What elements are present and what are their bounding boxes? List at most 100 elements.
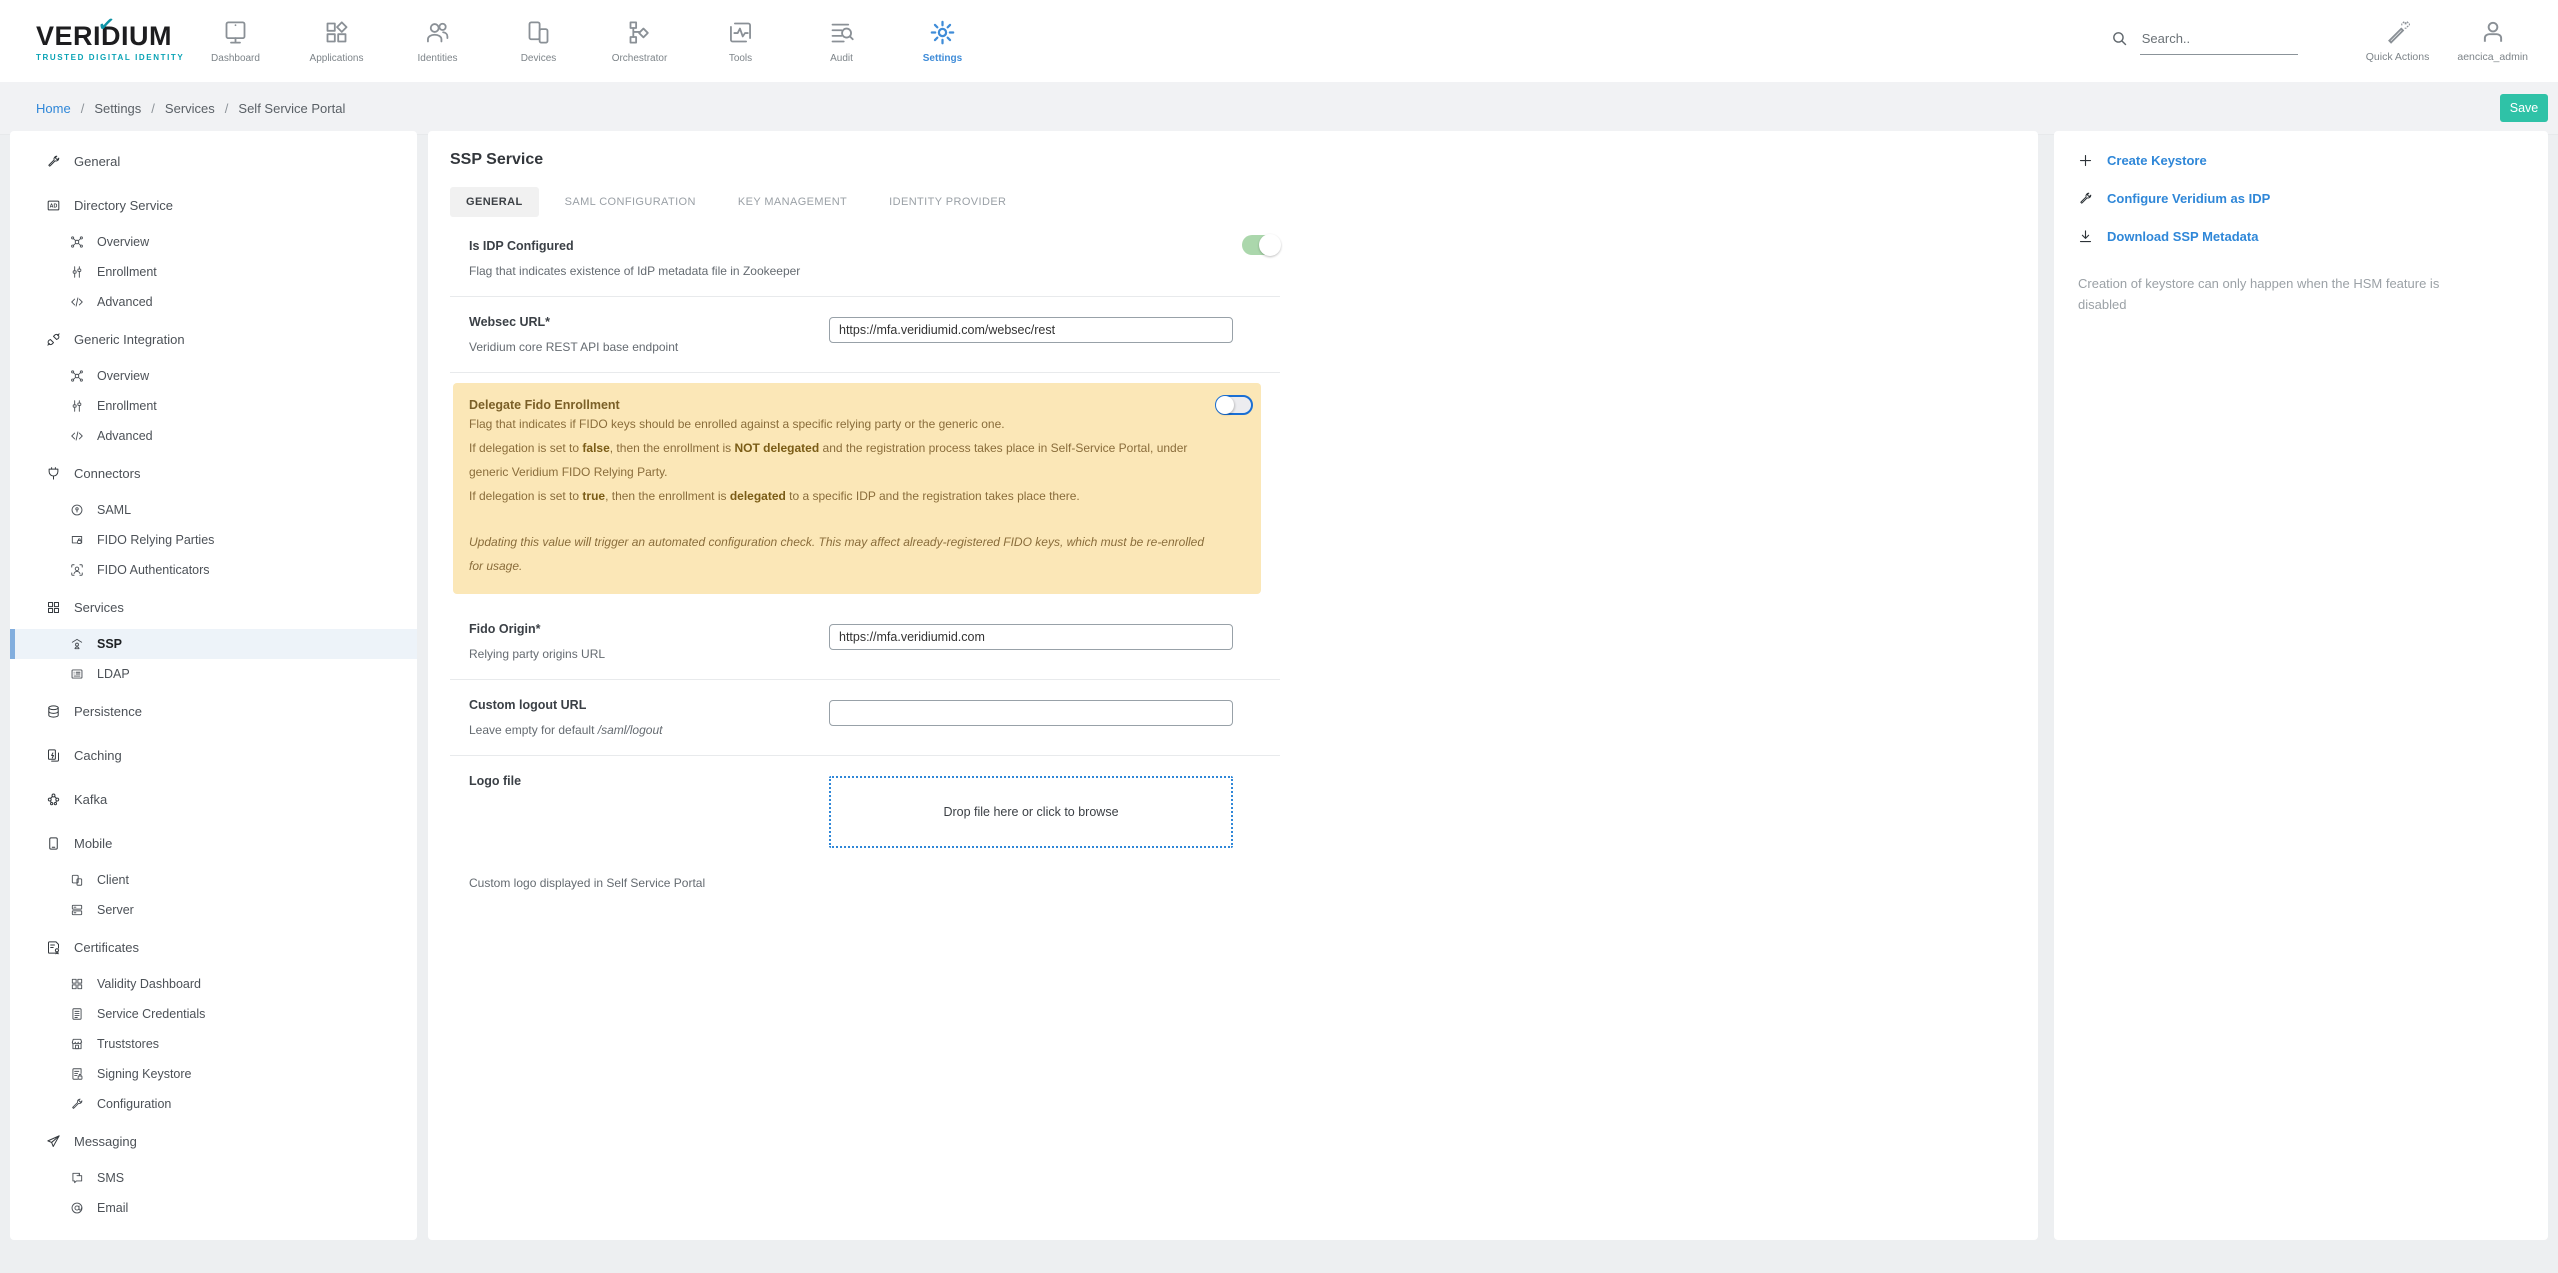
logo-dropzone[interactable]: Drop file here or click to browse	[829, 776, 1233, 848]
quick-actions-button[interactable]: Quick Actions	[2366, 19, 2430, 63]
sidebar-item-generic-integration[interactable]: Generic Integration	[10, 317, 417, 361]
sidebar-item-general[interactable]: General	[10, 139, 417, 183]
logo-file-desc: Custom logo displayed in Self Service Po…	[450, 864, 1280, 890]
sidebar-item-enrollment[interactable]: Enrollment	[10, 257, 417, 287]
action-link-label: Configure Veridium as IDP	[2107, 191, 2270, 206]
sidebar-item-label: General	[74, 154, 120, 169]
sidebar-item-email[interactable]: Email	[10, 1193, 417, 1223]
user-menu[interactable]: aencica_admin	[2457, 19, 2528, 63]
logo-file-label: Logo file	[469, 774, 809, 788]
delegate-fido-note: Updating this value will trigger an auto…	[469, 530, 1221, 578]
tab-saml-configuration[interactable]: SAML CONFIGURATION	[549, 187, 712, 217]
fido-origin-input[interactable]	[829, 624, 1233, 650]
sidebar-item-label: Email	[97, 1201, 128, 1215]
sidebar-item-services[interactable]: Services	[10, 585, 417, 629]
nav-item-devices[interactable]: Devices	[488, 19, 589, 64]
quick-actions-label: Quick Actions	[2366, 51, 2430, 63]
download-ssp-metadata-link[interactable]: Download SSP Metadata	[2078, 229, 2524, 244]
phone-icon	[46, 836, 61, 851]
sidebar-item-enrollment[interactable]: Enrollment	[10, 391, 417, 421]
sidebar-item-label: Enrollment	[97, 265, 157, 279]
code-icon	[70, 295, 84, 309]
lock-circle-icon	[70, 503, 84, 517]
create-keystore-link[interactable]: Create Keystore	[2078, 153, 2524, 168]
settings-sidebar: General AD Directory Service Overview Enr…	[10, 131, 417, 1240]
sidebar-item-kafka[interactable]: Kafka	[10, 777, 417, 821]
actions-panel: Create Keystore Configure Veridium as ID…	[2054, 131, 2548, 1240]
sidebar-item-overview[interactable]: Overview	[10, 227, 417, 257]
topbar-right: Quick Actions aencica_admin	[2111, 19, 2558, 63]
store-icon	[70, 1037, 84, 1051]
search-box	[2111, 27, 2298, 55]
save-button[interactable]: Save	[2500, 94, 2548, 122]
sliders-icon	[70, 265, 84, 279]
breadcrumb-item-home[interactable]: Home	[36, 101, 71, 116]
fido-origin-text: Fido Origin* Relying party origins URL	[469, 622, 829, 663]
breadcrumb-item-services: Services	[165, 101, 215, 116]
idp-configured-toggle[interactable]	[1242, 235, 1280, 255]
sidebar-item-validity-dashboard[interactable]: Validity Dashboard	[10, 969, 417, 999]
sidebar-item-label: Messaging	[74, 1134, 137, 1149]
sidebar-item-persistence[interactable]: Persistence	[10, 689, 417, 733]
sidebar-item-signing-keystore[interactable]: Signing Keystore	[10, 1059, 417, 1089]
nav-item-tools[interactable]: Tools	[690, 19, 791, 64]
sidebar-item-fido-authenticators[interactable]: FIDO Authenticators	[10, 555, 417, 585]
toggle-knob	[1216, 396, 1234, 414]
custom-logout-label: Custom logout URL	[469, 698, 809, 712]
sidebar-item-label: Configuration	[97, 1097, 171, 1111]
nav-item-audit[interactable]: Audit	[791, 19, 892, 64]
nav-item-orchestrator[interactable]: Orchestrator	[589, 19, 690, 64]
websec-url-row: Websec URL* Veridium core REST API base …	[450, 297, 1280, 373]
sidebar-item-fido-relying-parties[interactable]: FIDO Relying Parties	[10, 525, 417, 555]
tab-general[interactable]: GENERAL	[450, 187, 539, 217]
sidebar-item-label: Kafka	[74, 792, 107, 807]
fido-origin-desc: Relying party origins URL	[469, 645, 809, 663]
sidebar-item-messaging[interactable]: Messaging	[10, 1119, 417, 1163]
nav-label: Settings	[923, 53, 962, 64]
sidebar-item-truststores[interactable]: Truststores	[10, 1029, 417, 1059]
nav-item-settings[interactable]: Settings	[892, 19, 993, 64]
sidebar-item-advanced[interactable]: Advanced	[10, 287, 417, 317]
nav-item-applications[interactable]: Applications	[286, 19, 387, 64]
nav-item-identities[interactable]: Identities	[387, 19, 488, 64]
search-input[interactable]	[2140, 27, 2298, 55]
paper-plane-icon	[46, 1134, 61, 1149]
custom-logout-text: Custom logout URL Leave empty for defaul…	[469, 698, 829, 739]
sidebar-item-mobile[interactable]: Mobile	[10, 821, 417, 865]
websec-url-label: Websec URL*	[469, 315, 809, 329]
sidebar-item-sms[interactable]: SMS	[10, 1163, 417, 1193]
tab-key-management[interactable]: KEY MANAGEMENT	[722, 187, 863, 217]
delegate-fido-toggle[interactable]	[1215, 395, 1253, 415]
sidebar-item-service-credentials[interactable]: Service Credentials	[10, 999, 417, 1029]
custom-logout-input[interactable]	[829, 700, 1233, 726]
sidebar-item-client[interactable]: Client	[10, 865, 417, 895]
dropzone-text: Drop file here or click to browse	[943, 805, 1118, 819]
websec-url-input[interactable]	[829, 317, 1233, 343]
monitor-icon	[222, 19, 249, 46]
sidebar-item-connectors[interactable]: Connectors	[10, 451, 417, 495]
logo-file-text: Logo file	[469, 774, 829, 848]
client-devices-icon	[70, 873, 84, 887]
configure-veridium-as-idp-link[interactable]: Configure Veridium as IDP	[2078, 191, 2524, 206]
sidebar-item-certificates[interactable]: Certificates	[10, 925, 417, 969]
sidebar-item-label: Directory Service	[74, 198, 173, 213]
sidebar-item-ldap[interactable]: LDAP	[10, 659, 417, 689]
breadcrumb-separator: /	[225, 101, 229, 116]
sidebar-item-caching[interactable]: Caching	[10, 733, 417, 777]
veridium-logo[interactable]: VERIDIUM ✓ TRUSTED DIGITAL IDENTITY	[0, 21, 185, 62]
plug-icon	[46, 332, 61, 347]
sidebar-item-directory-service[interactable]: AD Directory Service	[10, 183, 417, 227]
sidebar-item-saml[interactable]: SAML	[10, 495, 417, 525]
sidebar-item-label: Generic Integration	[74, 332, 185, 347]
delegate-fido-desc-line: Flag that indicates if FIDO keys should …	[469, 412, 1221, 436]
nav-label: Tools	[729, 53, 752, 64]
tab-identity-provider[interactable]: IDENTITY PROVIDER	[873, 187, 1022, 217]
breadcrumb-item-self-service-portal: Self Service Portal	[238, 101, 345, 116]
nav-item-dashboard[interactable]: Dashboard	[185, 19, 286, 64]
sidebar-item-ssp[interactable]: SSP	[10, 629, 417, 659]
sidebar-item-advanced[interactable]: Advanced	[10, 421, 417, 451]
sidebar-item-overview[interactable]: Overview	[10, 361, 417, 391]
tab-bar: GENERAL SAML CONFIGURATION KEY MANAGEMENT I…	[450, 187, 2016, 217]
sidebar-item-server[interactable]: Server	[10, 895, 417, 925]
sidebar-item-configuration[interactable]: Configuration	[10, 1089, 417, 1119]
